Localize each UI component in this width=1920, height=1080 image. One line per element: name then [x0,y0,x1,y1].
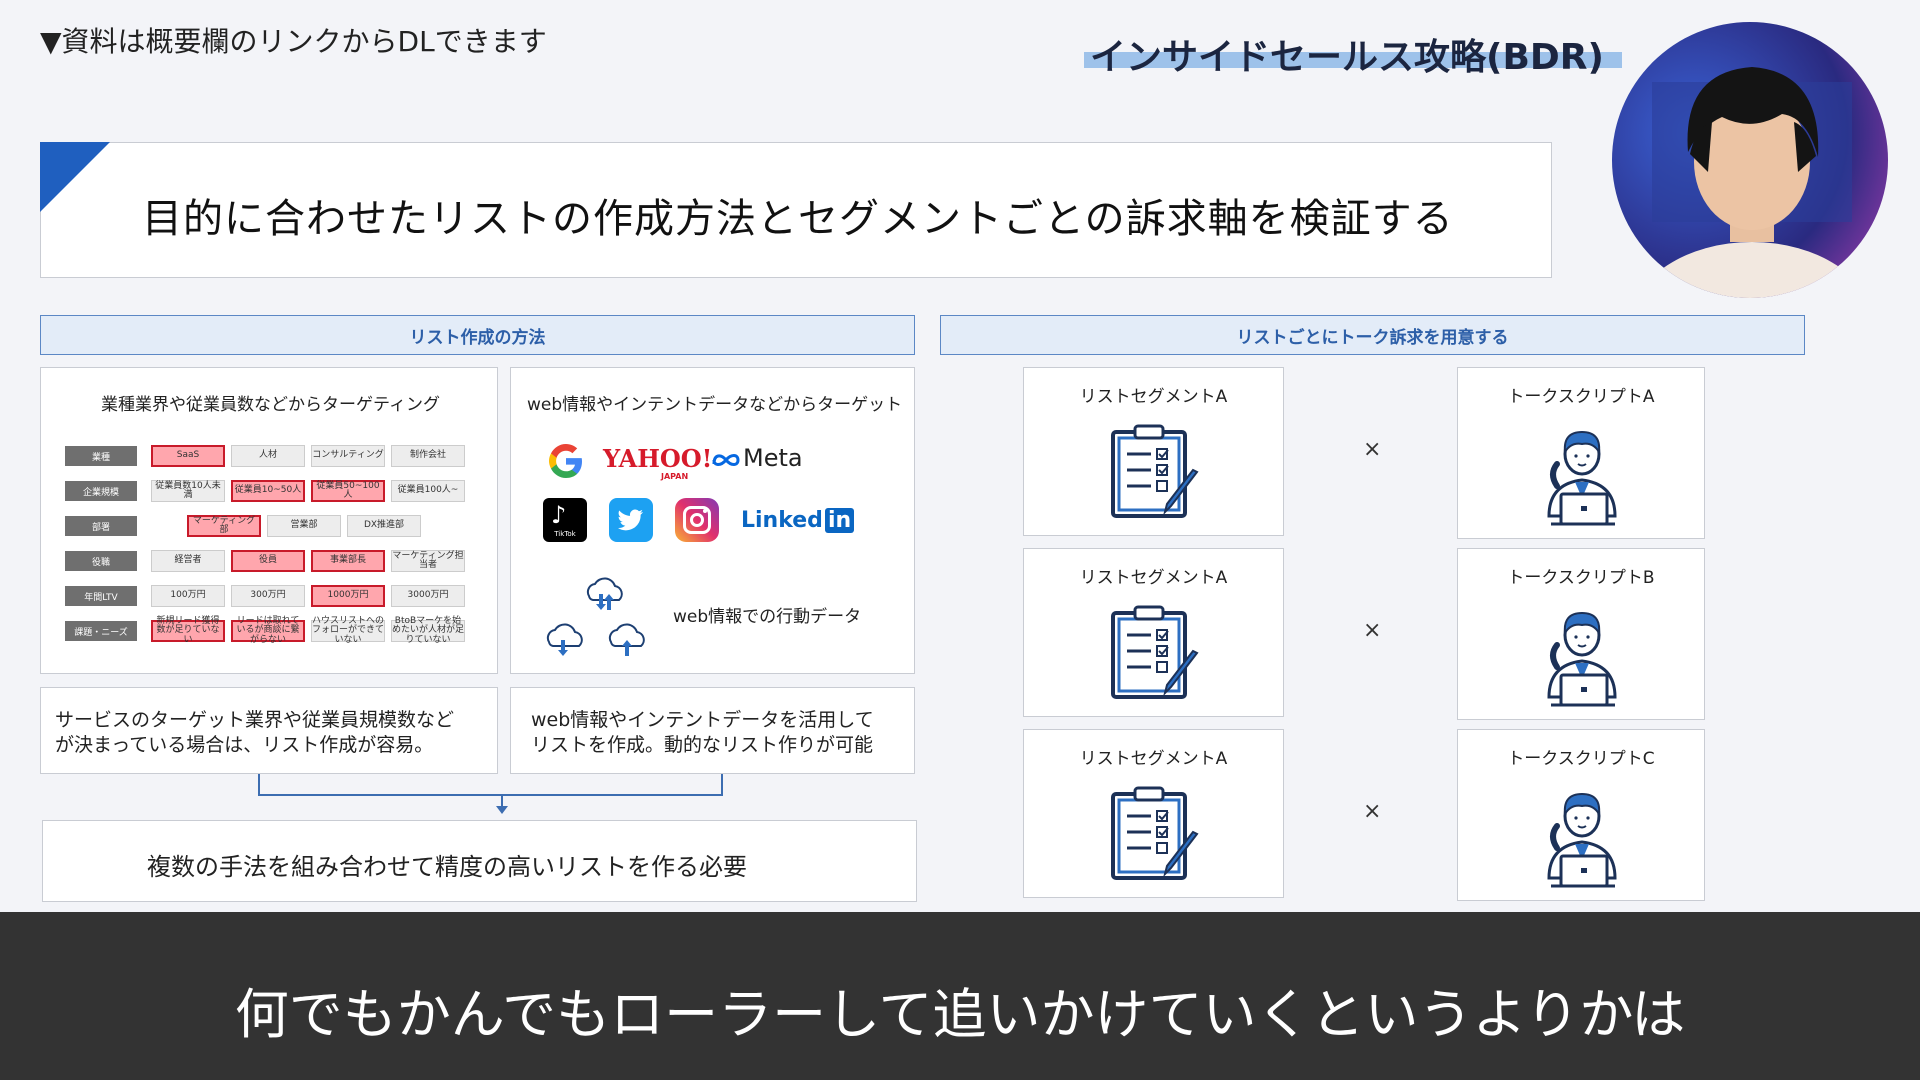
targeting-card: 業種業界や従業員数などからターゲティング 業種 SaaS 人材 コンサルティング 制作会… [40,367,498,674]
twitter-logo-icon [609,498,653,542]
talk-script-label: トークスクリプトA [1507,387,1655,407]
matrix-cell: DX推進部 [347,515,421,537]
conclusion-box: 複数の手法を組み合わせて精度の高いリストを作る必要 [42,820,917,902]
matrix-cell-selected: 新規リード獲得数が足りていない [151,616,225,644]
matrix-row-label: 企業規模 [65,481,137,501]
matrix-cell: 3000万円 [391,585,465,607]
clipboard-checklist-icon [1099,420,1209,524]
matrix-row-label: 部署 [65,516,137,536]
talk-appeal-header: リストごとにトーク訴求を用意する [940,315,1805,355]
phone-operator-icon [1527,418,1637,532]
matrix-cell: 従業員100人~ [391,480,465,502]
subtitle-caption: 何でもかんでもローラーして追いかけていくというよりかは [234,983,1686,1046]
list-segment-card: リストセグメントA [1023,548,1284,717]
matrix-row-label: 課題・ニーズ [65,621,137,641]
google-logo-icon [549,444,582,478]
behavior-data-label: web情報での行動データ [673,607,862,627]
desc-1: サービスのターゲット業界や従業員規模数など が決まっている場合は、リスト作成が容易… [55,709,455,756]
cloud-transfer-icon [546,577,645,656]
list-segment-card: リストセグメントA [1023,729,1284,898]
headline: 目的に合わせたリストの作成方法とセグメントごとの訴求軸を検証する [142,196,1454,242]
matrix-cell: 300万円 [231,585,305,607]
matrix-cell-selected: 1000万円 [311,585,385,607]
meta-logo: Meta [743,444,803,472]
talk-script-label: トークスクリプトB [1507,568,1655,588]
times-symbol: × [1363,618,1382,643]
yahoo-japan-label: JAPAN [661,472,689,481]
matrix-cell: 100万円 [151,585,225,607]
matrix-row: 部署 マーケティング部 営業部 DX推進部 [65,510,471,542]
matrix-row: 業種 SaaS 人材 コンサルティング 制作会社 [65,440,471,472]
desc-box-2: web情報やインテントデータを活用して リストを作成。動的なリスト作りが可能 [510,687,915,774]
linkedin-logo: Linked in [741,508,855,533]
merge-connector [258,774,723,796]
matrix-row-label: 年間LTV [65,586,137,606]
matrix-cell: 人材 [231,445,305,467]
instagram-logo-icon [675,498,719,542]
matrix-cell: 従業員数10人未満 [151,480,225,502]
times-symbol: × [1363,799,1382,824]
matrix-cell-selected: 従業員10~50人 [231,480,305,502]
headline-accent-triangle [40,142,110,212]
web-intent-card: web情報やインテントデータなどからターゲット YAHOO! JAPAN Met… [510,367,915,674]
conclusion-text: 複数の手法を組み合わせて精度の高いリストを作る必要 [147,853,747,881]
yahoo-logo: YAHOO! [603,444,713,473]
tiktok-logo-icon: ♪ TikTok [543,498,587,542]
download-notice: ▼資料は概要欄のリンクからDLできます [40,25,547,58]
talk-script-card: トークスクリプトA [1457,367,1705,539]
list-method-header: リスト作成の方法 [40,315,915,355]
connector-arrow-icon [496,806,508,814]
matrix-cell-selected: マーケティング部 [187,515,261,537]
matrix-cell: BtoBマーケを始めたいが人材が足りていない [391,615,465,645]
matrix-cell: コンサルティング [311,445,385,467]
list-segment-label: リストセグメントA [1079,387,1228,407]
matrix-row-label: 業種 [65,446,137,466]
talk-script-card: トークスクリプトC [1457,729,1705,901]
presenter-avatar [1612,22,1888,298]
talk-script-card: トークスクリプトB [1457,548,1705,720]
matrix-cell-selected: SaaS [151,445,225,467]
desc-box-1: サービスのターゲット業界や従業員規模数など が決まっている場合は、リスト作成が容易… [40,687,498,774]
matrix-cell-selected: 役員 [231,550,305,572]
matrix-row: 年間LTV 100万円 300万円 1000万円 3000万円 [65,580,471,612]
matrix-row: 企業規模 従業員数10人未満 従業員10~50人 従業員50~100人 従業員100人~ [65,475,471,507]
meta-infinity-icon [712,454,740,466]
list-segment-card: リストセグメントA [1023,367,1284,536]
matrix-cell: 営業部 [267,515,341,537]
matrix-cell-selected: 事業部長 [311,550,385,572]
list-segment-label: リストセグメントA [1079,568,1228,588]
list-segment-label: リストセグメントA [1079,749,1228,769]
matrix-row: 課題・ニーズ 新規リード獲得数が足りていない リードは取れているが商談に繋がらないハ… [65,615,471,647]
series-title: インサイドセールス攻略(BDR) [1090,37,1604,78]
web-intent-card-title: web情報やインテントデータなどからターゲット [527,395,903,415]
talk-script-label: トークスクリプトC [1507,749,1655,769]
matrix-cell: 経営者 [151,550,225,572]
phone-operator-icon [1527,599,1637,713]
targeting-card-title: 業種業界や従業員数などからターゲティング [101,395,440,415]
clipboard-checklist-icon [1099,601,1209,705]
matrix-cell: マーケティング担当者 [391,550,465,572]
targeting-matrix: 業種 SaaS 人材 コンサルティング 制作会社企業規模 従業員数10人未満 従業員10~5… [65,440,471,650]
phone-operator-icon [1527,780,1637,894]
times-symbol: × [1363,437,1382,462]
matrix-cell: 制作会社 [391,445,465,467]
matrix-row: 役職 経営者 役員 事業部長 マーケティング担当者 [65,545,471,577]
clipboard-checklist-icon [1099,782,1209,886]
matrix-cell-selected: 従業員50~100人 [311,480,385,502]
matrix-cell-selected: リードは取れているが商談に繋がらない [231,616,305,644]
matrix-row-label: 役職 [65,551,137,571]
matrix-cell: ハウスリストへのフォローができていない [311,615,385,645]
desc-2: web情報やインテントデータを活用して リストを作成。動的なリスト作りが可能 [531,709,874,756]
